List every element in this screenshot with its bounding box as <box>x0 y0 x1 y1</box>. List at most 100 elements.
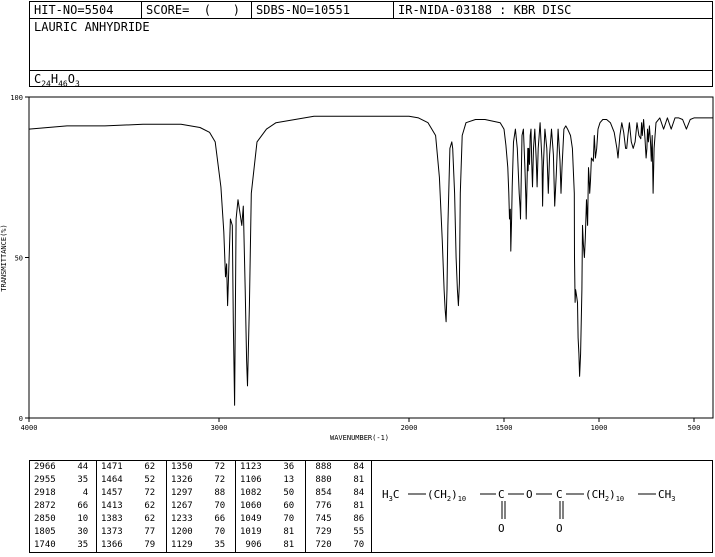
peak-row: 2918 4 <box>30 487 96 500</box>
peak-transmittance: 62 <box>133 501 156 511</box>
peak-row: 1123 36 <box>236 461 305 474</box>
x-tick-label: 1500 <box>496 424 513 432</box>
struct-ch3: CH3 <box>658 488 675 503</box>
peak-transmittance: 55 <box>342 527 365 537</box>
peak-wavenumber: 1200 <box>171 527 193 537</box>
struct-o-bridge: O <box>526 488 533 501</box>
peak-transmittance: 35 <box>66 540 89 550</box>
peak-transmittance: 81 <box>342 475 365 485</box>
peak-row: 729 55 <box>306 526 373 539</box>
peak-wavenumber: 1106 <box>240 475 262 485</box>
peak-row: 1805 30 <box>30 526 96 539</box>
peak-row: 2872 66 <box>30 500 96 513</box>
peak-transmittance: 10 <box>66 514 89 524</box>
peak-wavenumber: 1350 <box>171 462 193 472</box>
peak-transmittance: 70 <box>203 527 226 537</box>
peak-column: 888 84 880 81 854 84 776 81 745 86 729 5… <box>306 461 373 552</box>
peak-wavenumber: 906 <box>240 540 262 550</box>
peak-transmittance: 81 <box>272 527 295 537</box>
peak-transmittance: 70 <box>272 514 295 524</box>
peak-wavenumber: 1413 <box>101 501 123 511</box>
peak-wavenumber: 2850 <box>34 514 56 524</box>
peak-transmittance: 72 <box>203 475 226 485</box>
peak-transmittance: 77 <box>133 527 156 537</box>
peak-wavenumber: 1457 <box>101 488 123 498</box>
spectrum-series <box>28 115 713 406</box>
peak-row: 1457 72 <box>97 487 166 500</box>
peak-column: 2966 44 2955 35 2918 4 2872 66 2850 10 1805 3… <box>30 461 97 552</box>
struct-h3c: H3C <box>382 488 399 503</box>
peak-row: 888 84 <box>306 461 373 474</box>
peak-transmittance: 50 <box>272 488 295 498</box>
y-axis-label: TRANSMITTANCE(%) <box>0 224 8 291</box>
peak-column: 1350 72 1326 72 1297 88 1267 70 1233 66 1200 … <box>167 461 236 552</box>
peak-transmittance: 4 <box>66 488 89 498</box>
peak-transmittance: 13 <box>272 475 295 485</box>
peak-transmittance: 30 <box>66 527 89 537</box>
peak-row: 854 84 <box>306 487 373 500</box>
y-tick-label: 0 <box>19 415 23 423</box>
peak-transmittance: 84 <box>342 488 365 498</box>
peak-row: 1060 60 <box>236 500 305 513</box>
peak-row: 1464 52 <box>97 474 166 487</box>
peak-wavenumber: 2966 <box>34 462 56 472</box>
x-tick-label: 4000 <box>21 424 38 432</box>
x-tick-label: 3000 <box>211 424 228 432</box>
peak-row: 1019 81 <box>236 526 305 539</box>
peak-row: 1326 72 <box>167 474 235 487</box>
peak-wavenumber: 1049 <box>240 514 262 524</box>
plot-frame <box>28 96 714 419</box>
peak-wavenumber: 1233 <box>171 514 193 524</box>
peak-transmittance: 36 <box>272 462 295 472</box>
spectrum-line <box>28 115 713 406</box>
x-axis: 4000 3000 2000 1500 1000 500 <box>21 418 700 432</box>
struct-ch2-2: (CH2)10 <box>585 488 624 503</box>
peak-wavenumber: 1297 <box>171 488 193 498</box>
peak-row: 2966 44 <box>30 461 96 474</box>
peak-column: 1123 36 1106 13 1082 50 1060 60 1049 70 1019 … <box>236 461 306 552</box>
y-tick-label: 100 <box>10 94 23 102</box>
x-tick-label: 2000 <box>401 424 418 432</box>
peak-row: 1471 62 <box>97 461 166 474</box>
peak-row: 2955 35 <box>30 474 96 487</box>
peak-wavenumber: 1129 <box>171 540 193 550</box>
x-axis-label: WAVENUMBER(-1) <box>330 434 389 442</box>
peak-wavenumber: 2918 <box>34 488 56 498</box>
peak-wavenumber: 1740 <box>34 540 56 550</box>
peak-transmittance: 62 <box>133 514 156 524</box>
peak-row: 906 81 <box>236 539 305 552</box>
peak-row: 1129 35 <box>167 539 235 552</box>
peak-transmittance: 81 <box>272 540 295 550</box>
peak-wavenumber: 1082 <box>240 488 262 498</box>
peak-wavenumber: 880 <box>310 475 332 485</box>
peak-transmittance: 72 <box>203 462 226 472</box>
peak-transmittance: 35 <box>203 540 226 550</box>
peak-wavenumber: 1366 <box>101 540 123 550</box>
peak-wavenumber: 1383 <box>101 514 123 524</box>
peak-wavenumber: 854 <box>310 488 332 498</box>
peak-transmittance: 66 <box>203 514 226 524</box>
y-tick-label: 50 <box>15 255 23 263</box>
peak-row: 1373 77 <box>97 526 166 539</box>
peak-wavenumber: 1267 <box>171 501 193 511</box>
peak-transmittance: 70 <box>203 501 226 511</box>
structure-diagram: H3C (CH2)10 C O O C O (CH2)10 CH3 <box>382 488 675 535</box>
peak-row: 1366 79 <box>97 539 166 552</box>
peak-column: 1471 62 1464 52 1457 72 1413 62 1383 62 1373 … <box>97 461 167 552</box>
peak-wavenumber: 888 <box>310 462 332 472</box>
peak-wavenumber: 1471 <box>101 462 123 472</box>
struct-ch2-1: (CH2)10 <box>427 488 466 503</box>
peak-row: 1413 62 <box>97 500 166 513</box>
ir-spectrum-chart: 0 50 100 4000 3000 2000 1500 1000 500 WAVENUMBE… <box>0 94 714 442</box>
peak-wavenumber: 2955 <box>34 475 56 485</box>
peak-row: 720 70 <box>306 539 373 552</box>
peak-row: 1106 13 <box>236 474 305 487</box>
peak-transmittance: 79 <box>133 540 156 550</box>
struct-o1: O <box>498 522 505 535</box>
peak-transmittance: 52 <box>133 475 156 485</box>
peak-wavenumber: 1123 <box>240 462 262 472</box>
peak-wavenumber: 745 <box>310 514 332 524</box>
peak-row: 776 81 <box>306 500 373 513</box>
structure-panel: H3C (CH2)10 C O O C O (CH2)10 CH3 <box>372 460 713 553</box>
peak-transmittance: 84 <box>342 462 365 472</box>
